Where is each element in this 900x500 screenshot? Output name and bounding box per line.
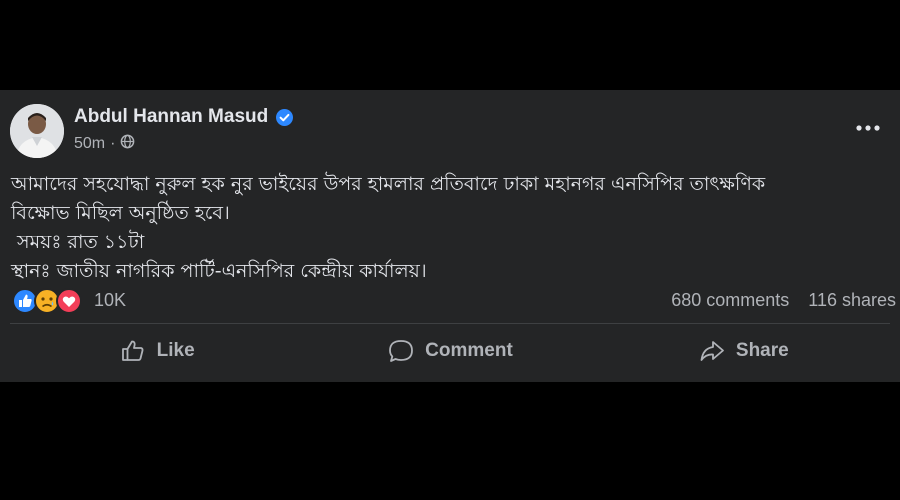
divider	[10, 323, 890, 324]
author-block: Abdul Hannan Masud 50m ·	[74, 106, 294, 154]
comment-button[interactable]: Comment	[303, 330, 596, 372]
more-options-icon	[856, 125, 880, 131]
love-icon	[56, 288, 82, 314]
reaction-count[interactable]: 10K	[94, 290, 126, 311]
avatar-person-icon	[10, 104, 64, 158]
comment-icon	[389, 340, 414, 362]
post-text-line: বিক্ষোভ মিছিল অনুষ্ঠিত হবে।	[11, 202, 230, 224]
like-label: Like	[156, 340, 195, 361]
comments-count[interactable]: 680 comments	[671, 290, 789, 310]
author-row: Abdul Hannan Masud	[74, 106, 294, 128]
post-text: আমাদের সহযোদ্ধা নুরুল হক নুর ভাইয়ের উপর…	[11, 170, 891, 286]
thumbs-up-icon	[121, 340, 144, 361]
comment-label: Comment	[425, 340, 513, 361]
globe-icon[interactable]	[120, 134, 135, 154]
post-text-line: আমাদের সহযোদ্ধা নুরুল হক নুর ভাইয়ের উপর…	[11, 173, 766, 195]
post-timestamp[interactable]: 50m	[74, 135, 105, 153]
post-meta: 50m ·	[74, 134, 293, 154]
reactions-bar: 10K 680 comments 116 shares	[12, 286, 896, 316]
meta-separator: ·	[110, 135, 116, 152]
post-header: Abdul Hannan Masud 50m ·	[10, 104, 890, 164]
engagement-stats: 680 comments 116 shares	[657, 290, 896, 311]
share-icon	[700, 341, 724, 361]
share-label: Share	[735, 340, 789, 361]
more-options-button[interactable]	[854, 118, 882, 138]
verified-badge-icon	[276, 108, 294, 126]
post-card: Abdul Hannan Masud 50m · আমাদের সহযোদ্ধা…	[0, 90, 900, 382]
reaction-icons[interactable]	[12, 288, 88, 314]
post-actions: Like Comment Share	[10, 330, 890, 372]
like-button[interactable]: Like	[10, 330, 303, 372]
post-text-line: সময়ঃ রাত ১১টা	[11, 231, 145, 253]
author-avatar[interactable]	[10, 104, 64, 158]
author-name[interactable]: Abdul Hannan Masud	[74, 106, 268, 128]
share-button[interactable]: Share	[597, 330, 890, 372]
shares-count[interactable]: 116 shares	[808, 290, 896, 310]
post-text-line: স্থানঃ জাতীয় নাগরিক পার্টি-এনসিপির কেন্…	[11, 260, 427, 282]
